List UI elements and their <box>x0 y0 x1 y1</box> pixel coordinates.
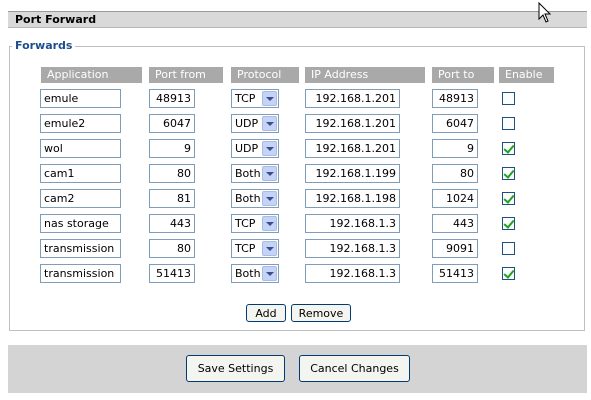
protocol-select[interactable]: Both <box>231 264 279 283</box>
application-field[interactable]: nas storage <box>40 214 121 233</box>
chevron-down-icon[interactable] <box>262 91 277 106</box>
protocol-select[interactable]: UDP <box>231 114 279 133</box>
ip-address-field[interactable]: 192.168.1.201 <box>305 89 400 108</box>
chevron-down-icon[interactable] <box>262 191 277 206</box>
add-button[interactable]: Add <box>246 304 286 322</box>
enable-checkbox[interactable] <box>502 242 515 255</box>
mouse-pointer-icon <box>538 2 552 23</box>
port-from-field[interactable]: 9 <box>149 139 195 158</box>
ip-address-field[interactable]: 192.168.1.3 <box>305 264 400 283</box>
application-field[interactable]: wol <box>40 139 121 158</box>
header-port-to: Port to <box>432 67 494 83</box>
port-from-field[interactable]: 81 <box>149 189 195 208</box>
protocol-value: TCP <box>235 242 256 255</box>
ip-address-field[interactable]: 192.168.1.201 <box>305 139 400 158</box>
protocol-value: TCP <box>235 217 256 230</box>
protocol-select[interactable]: TCP <box>231 239 279 258</box>
protocol-value: Both <box>235 267 261 280</box>
port-from-field[interactable]: 6047 <box>149 114 195 133</box>
remove-button[interactable]: Remove <box>291 304 351 322</box>
port-to-field[interactable]: 443 <box>432 214 478 233</box>
panel-title: Port Forward <box>8 11 587 28</box>
chevron-down-icon[interactable] <box>262 241 277 256</box>
protocol-select[interactable]: TCP <box>231 214 279 233</box>
header-port-from: Port from <box>149 67 223 83</box>
header-protocol: Protocol <box>231 67 299 83</box>
port-from-field[interactable]: 443 <box>149 214 195 233</box>
port-from-field[interactable]: 48913 <box>149 89 195 108</box>
ip-address-field[interactable]: 192.168.1.3 <box>305 239 400 258</box>
application-field[interactable]: emule2 <box>40 114 121 133</box>
protocol-value: UDP <box>235 117 259 130</box>
ip-address-field[interactable]: 192.168.1.201 <box>305 114 400 133</box>
enable-checkbox[interactable] <box>502 117 515 130</box>
chevron-down-icon[interactable] <box>262 166 277 181</box>
cancel-changes-button[interactable]: Cancel Changes <box>299 355 410 382</box>
enable-checkbox[interactable] <box>502 167 515 180</box>
enable-checkbox[interactable] <box>502 192 515 205</box>
chevron-down-icon[interactable] <box>262 266 277 281</box>
port-from-field[interactable]: 80 <box>149 164 195 183</box>
enable-checkbox[interactable] <box>502 267 515 280</box>
protocol-select[interactable]: TCP <box>231 89 279 108</box>
enable-checkbox[interactable] <box>502 142 515 155</box>
application-field[interactable]: transmission <box>40 264 121 283</box>
chevron-down-icon[interactable] <box>262 141 277 156</box>
application-field[interactable]: cam1 <box>40 164 121 183</box>
header-application: Application <box>41 67 142 83</box>
header-ip-address: IP Address <box>305 67 425 83</box>
port-from-field[interactable]: 51413 <box>149 264 195 283</box>
ip-address-field[interactable]: 192.168.1.3 <box>305 214 400 233</box>
ip-address-field[interactable]: 192.168.1.198 <box>305 189 400 208</box>
port-from-field[interactable]: 80 <box>149 239 195 258</box>
enable-checkbox[interactable] <box>502 217 515 230</box>
port-to-field[interactable]: 51413 <box>432 264 478 283</box>
port-to-field[interactable]: 9091 <box>432 239 478 258</box>
protocol-value: UDP <box>235 142 259 155</box>
port-to-field[interactable]: 1024 <box>432 189 478 208</box>
ip-address-field[interactable]: 192.168.1.199 <box>305 164 400 183</box>
port-to-field[interactable]: 6047 <box>432 114 478 133</box>
application-field[interactable]: transmission <box>40 239 121 258</box>
port-to-field[interactable]: 48913 <box>432 89 478 108</box>
protocol-value: Both <box>235 167 261 180</box>
protocol-value: Both <box>235 192 261 205</box>
application-field[interactable]: emule <box>40 89 121 108</box>
header-enable: Enable <box>499 67 554 83</box>
protocol-select[interactable]: UDP <box>231 139 279 158</box>
save-settings-button[interactable]: Save Settings <box>186 355 285 382</box>
port-to-field[interactable]: 80 <box>432 164 478 183</box>
forwards-legend: Forwards <box>12 39 76 52</box>
chevron-down-icon[interactable] <box>262 216 277 231</box>
footer-bar <box>8 345 587 393</box>
application-field[interactable]: cam2 <box>40 189 121 208</box>
protocol-select[interactable]: Both <box>231 164 279 183</box>
chevron-down-icon[interactable] <box>262 116 277 131</box>
protocol-select[interactable]: Both <box>231 189 279 208</box>
port-to-field[interactable]: 9 <box>432 139 478 158</box>
enable-checkbox[interactable] <box>502 92 515 105</box>
protocol-value: TCP <box>235 92 256 105</box>
